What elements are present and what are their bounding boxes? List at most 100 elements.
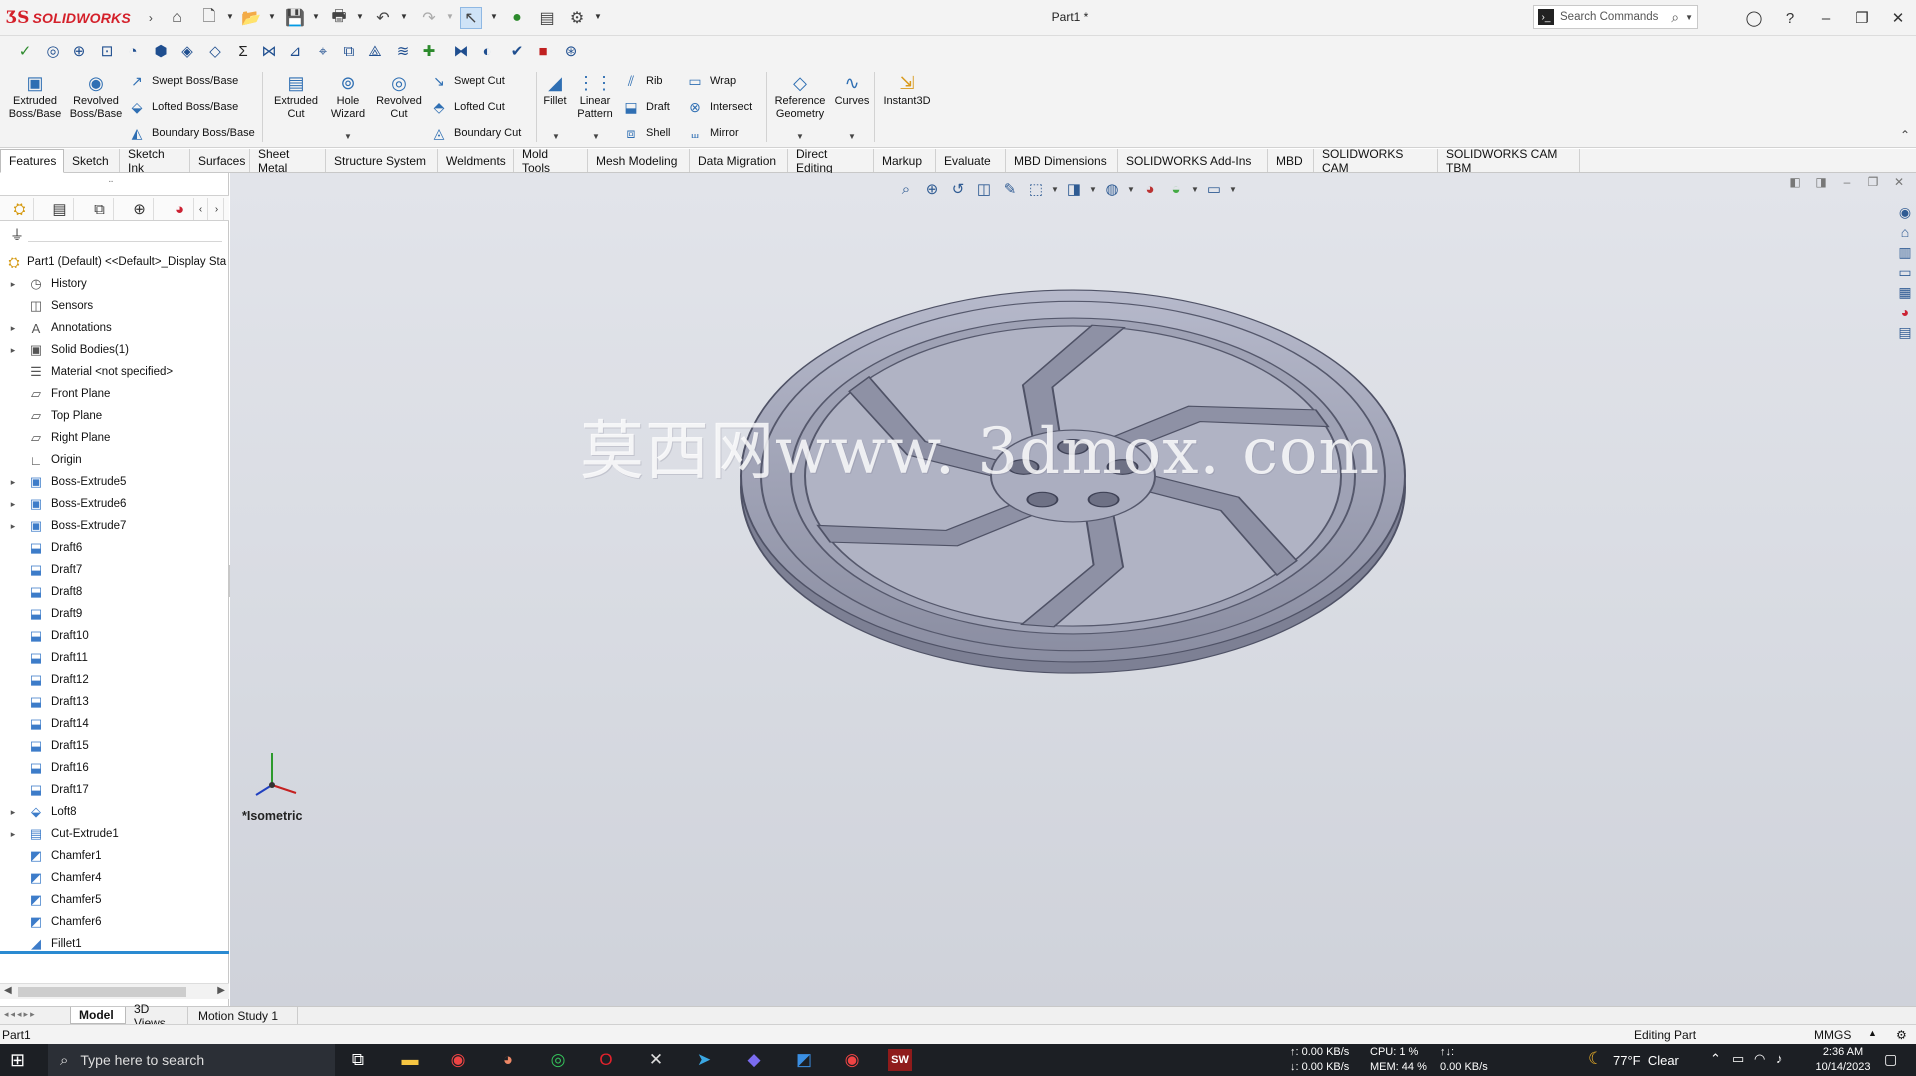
tree-item[interactable]: ⬓ Draft6 [0, 537, 229, 559]
tree-item[interactable]: ∟ Origin [0, 449, 229, 471]
draft-button[interactable]: ⬓ Draft [622, 97, 669, 117]
hole-wizard-button[interactable]: ⊚ Hole Wizard [324, 72, 372, 121]
expand-arrow-icon[interactable]: ▸ [7, 323, 19, 334]
file-properties-icon[interactable]: ▤ [536, 7, 558, 29]
x-app-icon[interactable]: ✕ [644, 1049, 668, 1071]
chrome-icon[interactable]: ◉ [446, 1049, 470, 1071]
feature-manager-tab-icon[interactable]: ⛭ [6, 198, 34, 220]
open-document-icon[interactable]: 📂 [240, 7, 262, 29]
dimxpert-manager-tab-icon[interactable]: ⊕ [126, 198, 154, 220]
status-units[interactable]: MMGS [1814, 1028, 1851, 1042]
tree-item[interactable]: ▸ ▣ Solid Bodies(1) [0, 339, 229, 361]
bottom-tab-3d-views[interactable]: 3D Views [126, 1002, 188, 1030]
revolved-cut-button[interactable]: ◎ Revolved Cut [374, 72, 424, 121]
wheel-model[interactable] [230, 173, 1916, 1006]
instant3d-button[interactable]: ⇲ Instant3D [880, 72, 934, 108]
app-diamond-icon[interactable]: ◆ [742, 1049, 766, 1071]
tree-item[interactable]: ⬓ Draft13 [0, 691, 229, 713]
redo-icon[interactable]: ↷ [418, 7, 440, 29]
mass-properties-icon[interactable]: ⊕ [68, 40, 90, 62]
open-dropdown-icon[interactable]: ▼ [268, 12, 276, 21]
bottom-tab-model[interactable]: Model [70, 1007, 126, 1024]
browser-icon[interactable]: ◕ [496, 1049, 520, 1071]
tree-item[interactable]: ◩ Chamfer1 [0, 845, 229, 867]
tab-mbd[interactable]: MBD [1268, 149, 1314, 172]
new-dropdown-icon[interactable]: ▼ [226, 12, 234, 21]
tree-item[interactable]: ⬓ Draft11 [0, 647, 229, 669]
options-dropdown-icon[interactable]: ▼ [594, 12, 602, 21]
tree-item[interactable]: ▸ A Annotations [0, 317, 229, 339]
rib-button[interactable]: ⫽ Rib [622, 71, 663, 91]
tray-expand-icon[interactable]: ⌃ [1710, 1051, 1721, 1067]
panel-horizontal-scrollbar[interactable]: ◀ ▶ [0, 983, 229, 999]
minimize-button[interactable]: – [1814, 6, 1838, 30]
tree-item[interactable]: ▸ ⬙ Loft8 [0, 801, 229, 823]
volume-icon[interactable]: ♪ [1776, 1051, 1783, 1066]
taskbar-search-input[interactable]: ⌕ Type here to search [48, 1044, 335, 1076]
curvature-icon[interactable]: ◐ [476, 40, 498, 62]
notifications-icon[interactable]: ▢ [1884, 1051, 1897, 1068]
expand-arrow-icon[interactable]: ▸ [7, 345, 19, 356]
windows-start-icon[interactable]: ⊞ [10, 1050, 25, 1071]
tree-item[interactable]: ⬓ Draft8 [0, 581, 229, 603]
tab-sketch[interactable]: Sketch [64, 149, 120, 172]
costing-icon[interactable]: ■ [532, 40, 554, 62]
draft-analysis-icon[interactable]: ⊿ [284, 40, 306, 62]
search-dropdown-icon[interactable]: ▼ [1685, 13, 1693, 22]
boundary-boss-button[interactable]: ◭ Boundary Boss/Base [128, 123, 255, 143]
tab-solidworks-cam[interactable]: SOLIDWORKS CAM [1314, 147, 1438, 175]
filter-input[interactable] [28, 241, 222, 242]
lofted-cut-button[interactable]: ⬘ Lofted Cut [430, 97, 505, 117]
tree-root-part[interactable]: ⛭ Part1 (Default) <<Default>_Display Sta [0, 251, 229, 273]
tab-sketch-ink[interactable]: Sketch Ink [120, 147, 190, 175]
opera-icon[interactable]: O [594, 1049, 618, 1071]
undercut-icon[interactable]: ⌖ [312, 40, 334, 62]
geometry-analysis-icon[interactable]: ◇ [204, 40, 226, 62]
scroll-right-icon[interactable]: ▶ [217, 985, 225, 996]
tree-item[interactable]: ⬓ Draft12 [0, 669, 229, 691]
weather-moon-icon[interactable]: ☾ [1588, 1049, 1603, 1069]
tree-item[interactable]: ⬓ Draft16 [0, 757, 229, 779]
tab-surfaces[interactable]: Surfaces [190, 149, 250, 172]
wrap-button[interactable]: ▭ Wrap [686, 71, 736, 91]
tree-item[interactable]: ◫ Sensors [0, 295, 229, 317]
curves-button[interactable]: ∿ Curves [834, 72, 870, 108]
collapse-ribbon-icon[interactable]: ⌃ [1900, 128, 1910, 142]
compare-icon[interactable]: ✚ [418, 40, 440, 62]
tab-scroll-left-icon[interactable]: ‹ [194, 198, 208, 220]
tree-item[interactable]: ⬓ Draft10 [0, 625, 229, 647]
sensor-toolbar-icon[interactable]: ◔ [122, 40, 144, 62]
intersect-button[interactable]: ⊗ Intersect [686, 97, 752, 117]
fillet-button[interactable]: ◢ Fillet [540, 72, 570, 108]
revolved-boss-button[interactable]: ◉ Revolved Boss/Base [70, 72, 123, 121]
clock-date[interactable]: 10/14/2023 [1812, 1061, 1874, 1073]
tab-solidworks-cam-tbm[interactable]: SOLIDWORKS CAM TBM [1438, 147, 1580, 175]
sustainability-icon[interactable]: ⊛ [560, 40, 582, 62]
print-icon[interactable]: 🖶 [328, 7, 350, 29]
tab-navigation-icons[interactable]: ◂◂◂▸▸ [4, 1009, 37, 1020]
chrome-second-icon[interactable]: ◉ [840, 1049, 864, 1071]
measure-icon[interactable]: ◎ [42, 40, 64, 62]
tab-mold-tools[interactable]: Mold Tools [514, 147, 588, 175]
configuration-manager-tab-icon[interactable]: ⧉ [86, 198, 114, 220]
tree-item[interactable]: ⬓ Draft14 [0, 713, 229, 735]
lofted-boss-button[interactable]: ⬙ Lofted Boss/Base [128, 97, 239, 117]
select-icon[interactable]: ↖ [460, 7, 482, 29]
tree-item[interactable]: ◩ Chamfer5 [0, 889, 229, 911]
clock-time[interactable]: 2:36 AM [1812, 1046, 1874, 1058]
thickness-icon[interactable]: ⟁ [364, 40, 386, 62]
expand-arrow-icon[interactable]: ▸ [7, 499, 19, 510]
tree-item[interactable]: ▸ ▣ Boss-Extrude7 [0, 515, 229, 537]
extruded-cut-button[interactable]: ▤ Extruded Cut [270, 72, 322, 121]
mirror-button[interactable]: ⧢ Mirror [686, 123, 738, 143]
menu-expand-icon[interactable]: › [149, 11, 153, 25]
search-commands-input[interactable]: ›_ Search Commands ⌕ ▼ [1533, 5, 1698, 29]
options-icon[interactable]: ⚙ [566, 7, 588, 29]
panel-grip-icon[interactable]: ⠒ [108, 178, 114, 187]
solidworks-logo[interactable]: ƷS SOLIDWORKS › [6, 7, 153, 29]
tab-evaluate[interactable]: Evaluate [936, 149, 1006, 172]
wifi-icon[interactable]: ◠ [1754, 1051, 1765, 1067]
tab-structure-system[interactable]: Structure System [326, 149, 438, 172]
rollback-bar[interactable] [0, 951, 229, 954]
select-dropdown-icon[interactable]: ▼ [490, 12, 498, 21]
